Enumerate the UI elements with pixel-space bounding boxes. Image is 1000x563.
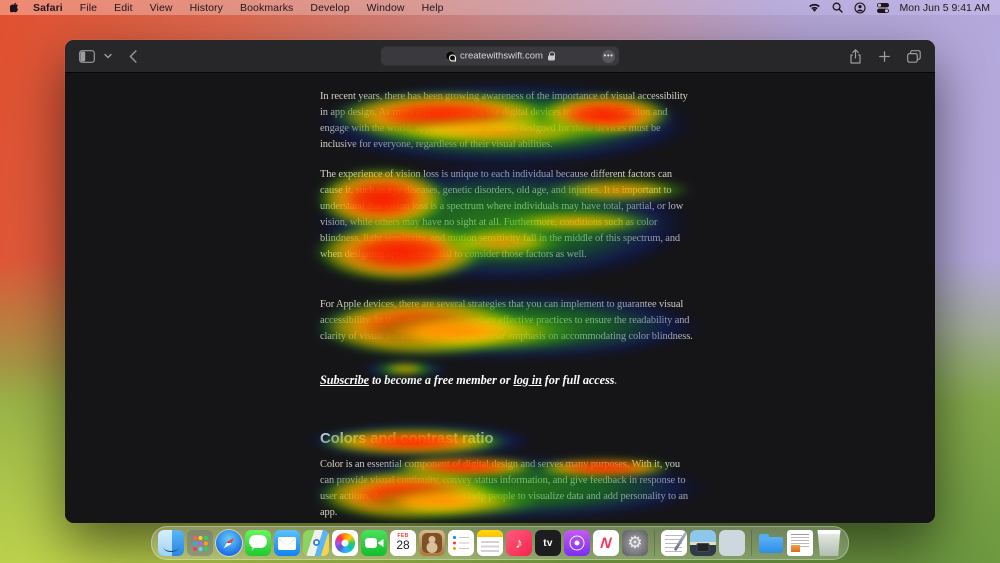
tab-overview-button[interactable]: [907, 49, 921, 63]
menu-view[interactable]: View: [150, 2, 173, 14]
page-menu-button[interactable]: •••: [602, 49, 615, 63]
page-content: In recent years, there has been growing …: [65, 73, 935, 523]
back-button[interactable]: [129, 49, 137, 63]
site-favicon: [445, 50, 457, 62]
dock-divider: [751, 530, 752, 556]
menu-file[interactable]: File: [80, 2, 97, 14]
safari-window: createwithswift.com ••• In recent years,…: [65, 40, 935, 523]
control-center-icon[interactable]: [876, 2, 889, 13]
dock-blank-icon[interactable]: [719, 530, 745, 556]
desktop: Safari File Edit View History Bookmarks Develo…: [0, 0, 1000, 563]
paragraph-color-purpose: Color is an essential component of digit…: [320, 459, 689, 518]
dock-podcasts-icon[interactable]: [564, 530, 590, 556]
dock-photos-icon[interactable]: [332, 530, 358, 556]
safari-toolbar: createwithswift.com •••: [65, 40, 935, 73]
dock: FEB 28 ♪ tv N ⚙: [151, 526, 849, 560]
login-link[interactable]: log in: [513, 373, 542, 387]
menu-safari[interactable]: Safari: [33, 2, 63, 14]
subscribe-link[interactable]: Subscribe: [320, 373, 369, 387]
subscribe-callout: Subscribe to become a free member or log…: [320, 373, 618, 387]
dock-document-icon[interactable]: [787, 530, 813, 556]
paragraph-apple-strategies: For Apple devices, there are several str…: [320, 299, 693, 342]
sidebar-toggle-button[interactable]: [79, 49, 95, 63]
dock-calendar-icon[interactable]: FEB 28: [390, 530, 416, 556]
secure-lock-icon: [547, 51, 556, 61]
dock-capture-icon[interactable]: [690, 530, 716, 556]
dock-mail-icon[interactable]: [274, 530, 300, 556]
menu-bookmarks[interactable]: Bookmarks: [240, 2, 293, 14]
dock-notes-icon[interactable]: [477, 530, 503, 556]
dock-textedit-icon[interactable]: [661, 530, 687, 556]
dock-divider: [654, 530, 655, 556]
menu-bar-clock[interactable]: Mon Jun 5 9:41 AM: [900, 2, 990, 14]
paragraph-visual-accessibility: In recent years, there has been growing …: [320, 91, 688, 150]
address-bar[interactable]: createwithswift.com •••: [381, 46, 619, 66]
address-bar-url: createwithswift.com: [460, 50, 543, 62]
wifi-icon[interactable]: [808, 3, 821, 13]
dock-contacts-icon[interactable]: [419, 530, 445, 556]
menu-help[interactable]: Help: [422, 2, 444, 14]
menu-develop[interactable]: Develop: [310, 2, 349, 14]
share-button[interactable]: [849, 48, 862, 64]
menu-bar: Safari File Edit View History Bookmarks Develo…: [0, 0, 1000, 15]
dock-news-icon[interactable]: N: [593, 530, 619, 556]
dock-tv-icon[interactable]: tv: [535, 530, 561, 556]
sidebar-chevron-down-icon[interactable]: [104, 53, 112, 59]
apple-menu-icon[interactable]: [10, 2, 21, 14]
new-tab-button[interactable]: [879, 50, 890, 62]
menu-items: Safari File Edit View History Bookmarks Develo…: [33, 2, 461, 14]
dock-facetime-icon[interactable]: [361, 530, 387, 556]
dock-settings-icon[interactable]: ⚙: [622, 530, 648, 556]
paragraph-vision-loss: The experience of vision loss is unique …: [320, 169, 684, 260]
dock-music-icon[interactable]: ♪: [506, 530, 532, 556]
section-heading: Colors and contrast ratio: [320, 430, 494, 447]
menu-history[interactable]: History: [190, 2, 223, 14]
menu-edit[interactable]: Edit: [114, 2, 133, 14]
user-account-icon[interactable]: [853, 1, 866, 14]
dock-launchpad-icon[interactable]: [187, 530, 213, 556]
dock-finder-icon[interactable]: [158, 530, 184, 556]
dock-reminders-icon[interactable]: [448, 530, 474, 556]
dock-folder-icon[interactable]: [758, 530, 784, 556]
spotlight-search-icon[interactable]: [832, 2, 843, 13]
dock-maps-icon[interactable]: [303, 530, 329, 556]
dock-trash-icon[interactable]: [817, 530, 841, 556]
dock-messages-icon[interactable]: [245, 530, 271, 556]
menu-window[interactable]: Window: [367, 2, 405, 14]
dock-safari-icon[interactable]: [216, 530, 242, 556]
